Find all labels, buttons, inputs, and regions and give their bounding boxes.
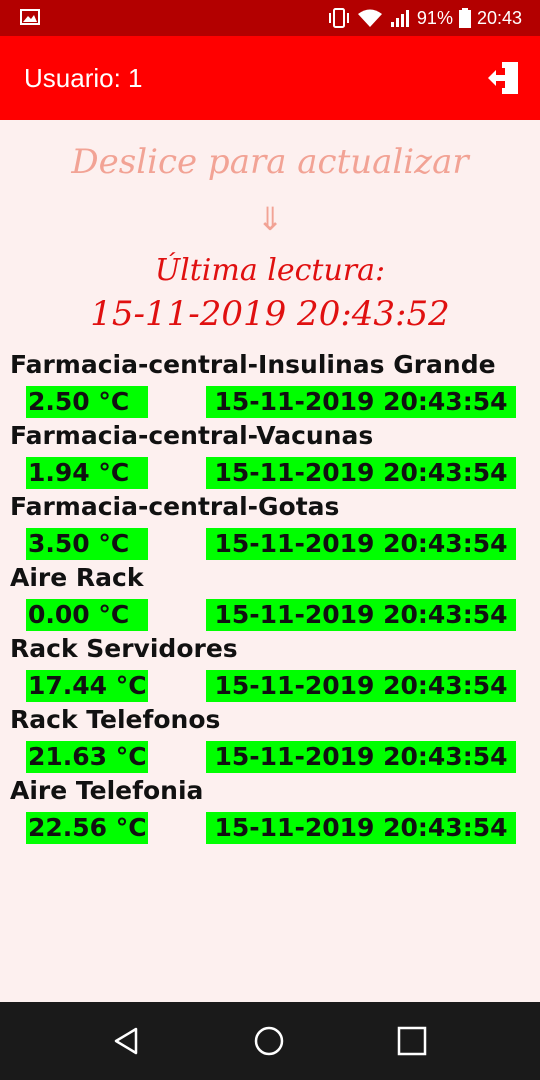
readings-list[interactable]: Farmacia-central-Insulinas Grande 2.50 °… — [0, 350, 540, 847]
image-icon — [20, 9, 40, 25]
list-item[interactable]: Rack Telefonos 21.63 °C 15-11-2019 20:43… — [0, 705, 540, 776]
list-item[interactable]: Aire Rack 0.00 °C 15-11-2019 20:43:54 — [0, 563, 540, 634]
status-time: 20:43 — [476, 7, 522, 28]
wifi-icon — [357, 9, 382, 27]
sensor-name: Rack Servidores — [10, 634, 238, 663]
reading-timestamp: 15-11-2019 20:43:54 — [206, 599, 516, 631]
sensor-name: Farmacia-central-Vacunas — [10, 421, 374, 450]
sensor-name: Farmacia-central-Insulinas Grande — [10, 350, 496, 379]
list-item[interactable]: Farmacia-central-Insulinas Grande 2.50 °… — [0, 350, 540, 421]
temperature-value: 22.56 °C — [26, 812, 148, 844]
temperature-value: 21.63 °C — [26, 741, 148, 773]
list-item[interactable]: Farmacia-central-Vacunas 1.94 °C 15-11-2… — [0, 421, 540, 492]
temperature-value: 0.00 °C — [26, 599, 148, 631]
last-reading-label: Última lectura: — [154, 253, 386, 288]
battery-icon — [458, 8, 471, 28]
reading-timestamp: 15-11-2019 20:43:54 — [206, 528, 516, 560]
sensor-name: Aire Telefonia — [10, 776, 204, 805]
page-title: Usuario: 1 — [24, 63, 143, 93]
temperature-value: 3.50 °C — [26, 528, 148, 560]
last-reading-time: 15-11-2019 20:43:52 — [90, 294, 450, 334]
signal-icon — [390, 10, 409, 27]
logout-icon[interactable] — [486, 58, 522, 98]
recents-icon[interactable] — [394, 1023, 430, 1059]
reading-timestamp: 15-11-2019 20:43:54 — [206, 812, 516, 844]
nav-bar — [0, 1002, 540, 1080]
temperature-value: 1.94 °C — [26, 457, 148, 489]
list-item[interactable]: Rack Servidores 17.44 °C 15-11-2019 20:4… — [0, 634, 540, 705]
sensor-name: Aire Rack — [10, 563, 144, 592]
sensor-name: Farmacia-central-Gotas — [10, 492, 340, 521]
sensor-name: Rack Telefonos — [10, 705, 221, 734]
reading-timestamp: 15-11-2019 20:43:54 — [206, 457, 516, 489]
pull-to-refresh-hint: Deslice para actualizar — [71, 142, 469, 182]
list-item[interactable]: Aire Telefonia 22.56 °C 15-11-2019 20:43… — [0, 776, 540, 847]
app-bar: Usuario: 1 — [0, 36, 540, 120]
temperature-value: 17.44 °C — [26, 670, 148, 702]
list-item[interactable]: Farmacia-central-Gotas 3.50 °C 15-11-201… — [0, 492, 540, 563]
home-icon[interactable] — [251, 1023, 287, 1059]
status-right: 91% 20:43 — [327, 0, 522, 36]
temperature-value: 2.50 °C — [26, 386, 148, 418]
reading-timestamp: 15-11-2019 20:43:54 — [206, 741, 516, 773]
battery-percent: 91% — [416, 7, 453, 28]
status-bar: 91% 20:43 — [0, 0, 540, 36]
down-arrow-icon: ⇓ — [256, 200, 284, 238]
vibrate-icon — [328, 8, 349, 28]
reading-timestamp: 15-11-2019 20:43:54 — [206, 386, 516, 418]
reading-timestamp: 15-11-2019 20:43:54 — [206, 670, 516, 702]
back-icon[interactable] — [108, 1023, 144, 1059]
